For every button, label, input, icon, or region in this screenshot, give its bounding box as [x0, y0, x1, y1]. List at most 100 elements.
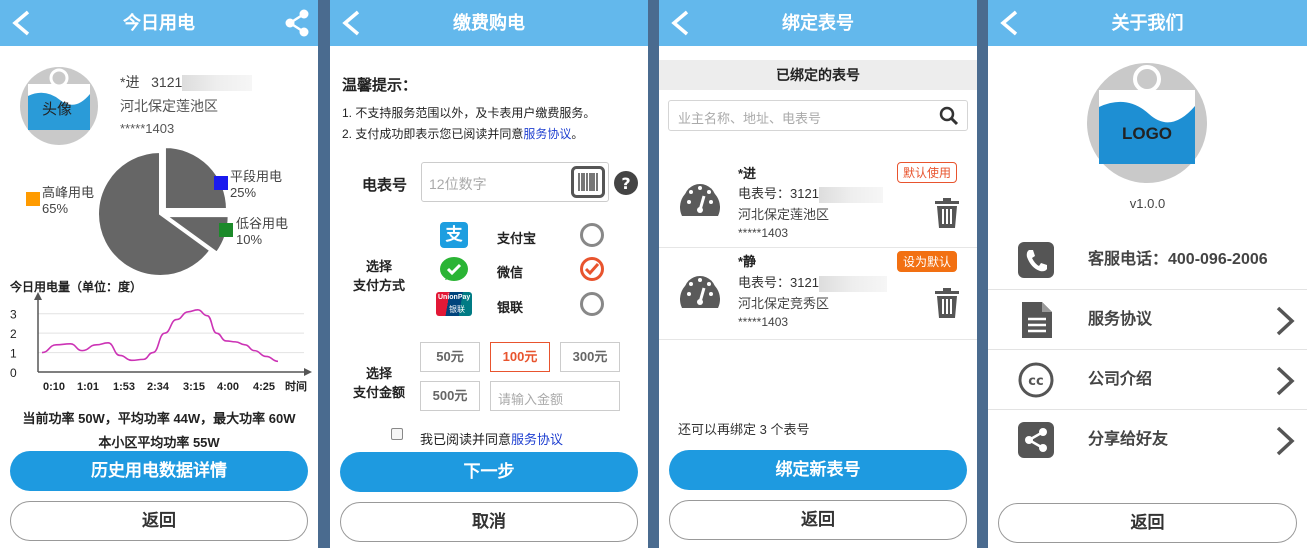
- legend-label: 高峰用电: [42, 185, 94, 200]
- back-button[interactable]: [667, 0, 697, 46]
- customer-service-row[interactable]: 客服电话：400-096-2006: [988, 230, 1307, 290]
- trash-icon[interactable]: [935, 198, 959, 228]
- usage-line-chart: 0 1 2 3 0:10 1:01 1:53 2:34 3:15 4:00 4:25 时间: [10, 292, 312, 393]
- amount-option-300[interactable]: 300元: [560, 342, 620, 372]
- back-button[interactable]: [996, 0, 1026, 46]
- y-tick-label: 0: [10, 366, 17, 380]
- alipay-radio[interactable]: [580, 223, 604, 247]
- about-us-screen: 关于我们 LOGO v1.0.0 客服电话：400-096-2006 服务协议 …: [988, 0, 1307, 548]
- amount-label-2: 支付金额: [353, 385, 406, 400]
- section-title: 已绑定的表号: [659, 60, 977, 90]
- meter-label: 电表号: [362, 177, 408, 194]
- phone-icon: [1018, 242, 1054, 278]
- default-in-use-badge: 默认使用: [896, 162, 957, 183]
- meter-address: 河北保定莲池区: [738, 207, 830, 222]
- back-button-bottom[interactable]: 返回: [669, 500, 967, 540]
- user-info-line: *进 3121: [120, 72, 253, 92]
- share-friends-row[interactable]: 分享给好友: [988, 410, 1307, 470]
- meter-gauge-icon: [680, 276, 720, 308]
- service-agreement-row[interactable]: 服务协议: [988, 290, 1307, 350]
- y-tick-label: 2: [10, 327, 17, 341]
- meter-address: 河北保定竞秀区: [738, 296, 830, 311]
- back-button[interactable]: [338, 0, 368, 46]
- page-title: 绑定表号: [782, 13, 854, 33]
- x-tick-label: 0:10: [43, 381, 65, 393]
- tip-2-end: 。: [571, 127, 584, 141]
- share-icon[interactable]: [284, 9, 310, 37]
- amount-label: 选择: [366, 366, 393, 381]
- custom-amount-placeholder: 请输入金额: [498, 392, 564, 407]
- header: 缴费购电: [330, 0, 648, 46]
- wechat-radio-selected[interactable]: [580, 257, 604, 281]
- meter-list-item[interactable]: *静 电表号：3121 河北保定竞秀区 *****1403 设为默认: [659, 248, 977, 340]
- unionpay-label: 银联: [497, 300, 524, 315]
- amount-option-100[interactable]: 100元: [490, 342, 550, 372]
- meter-phone: *****1403: [738, 226, 789, 240]
- company-intro-label: 公司介绍: [1088, 371, 1153, 388]
- back-button-bottom[interactable]: 返回: [10, 501, 308, 541]
- agree-agreement-link[interactable]: 服务协议: [511, 432, 563, 447]
- back-button[interactable]: [8, 0, 38, 46]
- cancel-button[interactable]: 取消: [340, 502, 638, 542]
- bind-new-meter-button[interactable]: 绑定新表号: [669, 450, 967, 490]
- community-power: 本小区平均功率 55W: [98, 435, 220, 450]
- set-default-button[interactable]: 设为默认: [896, 251, 957, 272]
- agree-checkbox[interactable]: [391, 428, 403, 440]
- agree-text: 我已阅读并同意服务协议: [420, 429, 563, 448]
- chevron-left-icon: [12, 10, 30, 36]
- unionpay-radio[interactable]: [580, 292, 604, 316]
- amount-option-50[interactable]: 50元: [420, 342, 480, 372]
- svg-text:?: ?: [621, 174, 630, 193]
- history-details-button[interactable]: 历史用电数据详情: [10, 451, 308, 491]
- wechat-label: 微信: [497, 265, 524, 280]
- usage-pie-chart: 平段用电25% 低谷用电10% 高峰用电65%: [26, 148, 288, 277]
- trash-icon[interactable]: [935, 288, 959, 318]
- usage-series-line: [41, 309, 279, 363]
- avatar-label: 头像: [42, 101, 73, 118]
- meter-number-text: 电表号：3121: [738, 275, 819, 290]
- header: 今日用电: [0, 0, 318, 46]
- tips-title: 温馨提示：: [342, 77, 418, 94]
- custom-amount-input[interactable]: 请输入金额: [490, 381, 620, 411]
- search-input[interactable]: 业主名称、地址、电表号: [668, 100, 968, 131]
- x-tick-label: 1:01: [77, 381, 99, 393]
- search-icon[interactable]: [939, 106, 959, 126]
- amount-option-500[interactable]: 500元: [420, 381, 480, 411]
- meter-number: 电表号：3121: [738, 183, 883, 203]
- meter-gauge-icon: [680, 184, 720, 216]
- avatar[interactable]: 头像: [20, 66, 98, 146]
- share-friends-label: 分享给好友: [1088, 431, 1169, 448]
- alipay-icon: 支: [440, 222, 468, 248]
- payment-screen: 缴费购电 温馨提示： 1. 不支持服务范围以外，及卡表用户缴费服务。 2. 支付…: [330, 0, 648, 548]
- y-axis-arrow: [34, 292, 42, 300]
- meter-number-input[interactable]: 12位数字: [421, 162, 609, 202]
- help-icon[interactable]: ?: [614, 171, 638, 195]
- meter-input-placeholder: 12位数字: [429, 176, 487, 192]
- x-axis-label: 时间: [285, 379, 307, 393]
- service-agreement-link[interactable]: 服务协议: [523, 127, 571, 141]
- search-placeholder: 业主名称、地址、电表号: [678, 111, 822, 126]
- tip-2-text: 2. 支付成功即表示您已阅读并同意: [342, 127, 524, 141]
- back-button-bottom[interactable]: 返回: [998, 503, 1297, 543]
- y-tick-label: 3: [10, 308, 17, 322]
- meter-owner-name: *进: [738, 166, 757, 181]
- today-usage-screen: 今日用电 头像 *进 3121 河北保定莲池区 *****1403 平段用电 25…: [0, 0, 318, 548]
- tip-1: 1. 不支持服务范围以外，及卡表用户缴费服务。: [342, 106, 596, 120]
- user-number: 3121: [151, 74, 183, 90]
- pay-method-label-2: 支付方式: [353, 278, 406, 293]
- company-intro-row[interactable]: cc 公司介绍: [988, 350, 1307, 410]
- barcode-scan-icon[interactable]: [571, 166, 605, 198]
- app-version: v1.0.0: [1129, 196, 1166, 211]
- agree-prefix: 我已阅读并同意: [420, 432, 512, 447]
- checkmark-icon: [585, 263, 599, 276]
- svg-text:cc: cc: [1028, 374, 1043, 389]
- wechat-icon: [440, 257, 468, 281]
- chevron-left-icon: [342, 10, 360, 36]
- document-icon: [1022, 302, 1052, 338]
- cc-icon: cc: [1018, 362, 1054, 398]
- meter-list-item[interactable]: *进 电表号：3121 河北保定莲池区 *****1403 默认使用: [659, 156, 977, 248]
- alipay-label: 支付宝: [497, 231, 537, 246]
- legend-swatch: [219, 223, 233, 237]
- next-step-button[interactable]: 下一步: [340, 452, 638, 492]
- x-tick-label: 4:00: [217, 381, 239, 393]
